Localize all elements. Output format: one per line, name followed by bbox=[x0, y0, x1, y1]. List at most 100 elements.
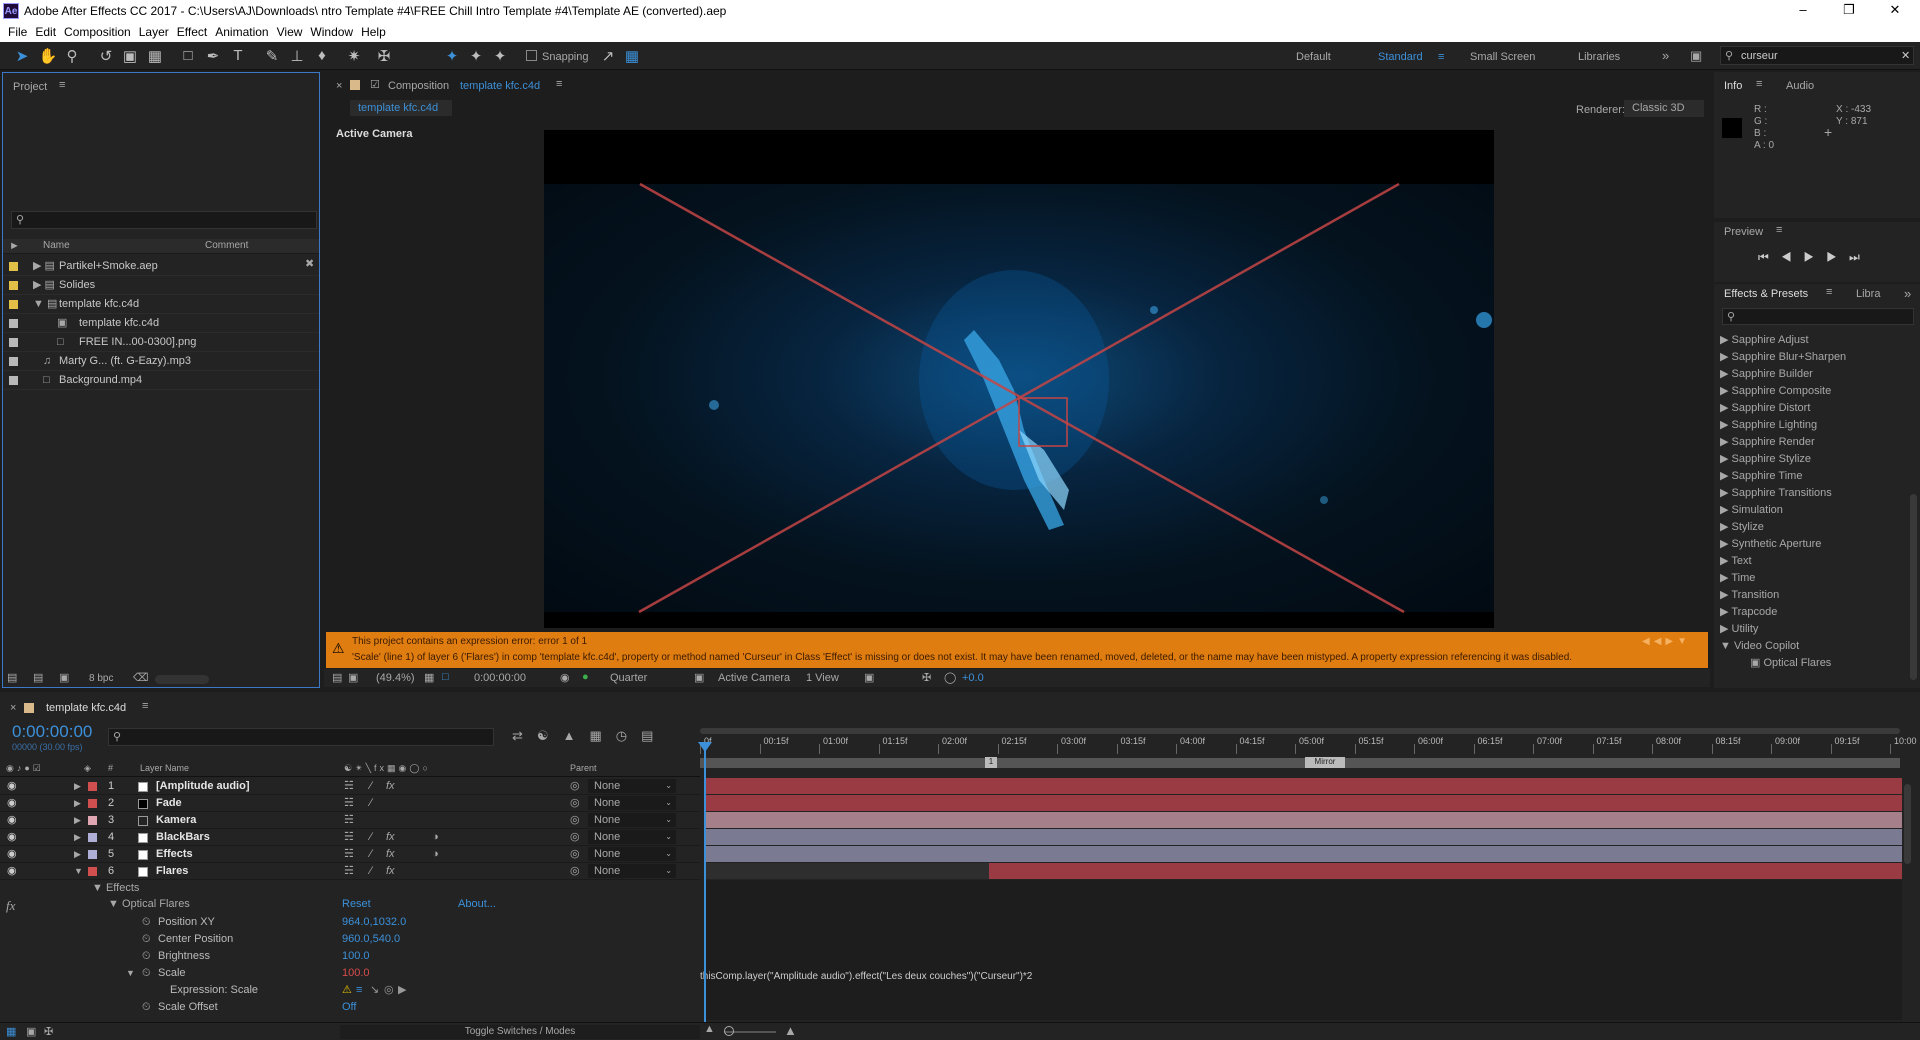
layer-duration-bar[interactable] bbox=[706, 846, 1902, 862]
zoom-tool-icon[interactable]: ⚲ bbox=[62, 47, 82, 65]
views-dropdown[interactable]: 1 View bbox=[806, 672, 839, 684]
effect-category[interactable]: ▶ Sapphire Adjust bbox=[1720, 332, 1910, 349]
collapsed-arrow-icon[interactable]: ▶ bbox=[1720, 385, 1732, 397]
effect-property-row[interactable]: Expression: Scale ⚠ ≡ ↘ ◎ ▶ bbox=[0, 982, 700, 999]
effect-category[interactable]: ▶ Sapphire Builder bbox=[1720, 366, 1910, 383]
info-tab[interactable]: Info bbox=[1724, 80, 1742, 92]
preview-menu-icon[interactable]: ≡ bbox=[1776, 224, 1782, 236]
region-of-interest-icon[interactable]: ▣ bbox=[694, 671, 704, 684]
parent-dropdown[interactable]: None ⌄ bbox=[588, 830, 676, 844]
expand-arrow-icon[interactable]: ▼ bbox=[108, 898, 119, 910]
expand-arrow-icon[interactable]: ▶ bbox=[74, 829, 81, 846]
collapsed-arrow-icon[interactable]: ▶ bbox=[1720, 436, 1732, 448]
project-item[interactable]: ▼ ▤ template kfc.c4d bbox=[3, 295, 319, 314]
parent-dropdown[interactable]: None ⌄ bbox=[588, 796, 676, 810]
adjustment-layer-icon[interactable]: ◑ bbox=[432, 829, 439, 846]
menu-view[interactable]: View bbox=[277, 22, 311, 42]
visibility-eye-icon[interactable]: ◉ bbox=[7, 812, 17, 829]
local-axis-icon[interactable]: ✦ bbox=[442, 47, 462, 65]
property-value[interactable]: Off bbox=[342, 999, 356, 1016]
prev-frame-icon[interactable]: ◀ bbox=[1781, 250, 1804, 264]
parent-dropdown[interactable]: None ⌄ bbox=[588, 847, 676, 861]
visibility-eye-icon[interactable]: ◉ bbox=[7, 863, 17, 880]
property-value[interactable]: 964.0,1032.0 bbox=[342, 914, 406, 931]
in-out-icon[interactable]: ✠ bbox=[44, 1025, 53, 1038]
last-frame-icon[interactable]: ⏭ bbox=[1849, 250, 1872, 264]
parent-header[interactable]: Parent bbox=[570, 763, 597, 773]
safe-zones-icon[interactable]: ▦ bbox=[424, 671, 434, 684]
timeline-tab[interactable]: template kfc.c4d bbox=[46, 702, 126, 714]
comp-mini-flowchart-icon[interactable]: ⇄ bbox=[512, 728, 537, 743]
layer-duration-bar[interactable] bbox=[706, 778, 1902, 794]
timeline-menu-icon[interactable]: ≡ bbox=[142, 700, 148, 712]
layer-label-swatch[interactable] bbox=[88, 850, 97, 859]
comp-viewer[interactable] bbox=[544, 130, 1494, 628]
effect-category[interactable]: ▶ Sapphire Render bbox=[1720, 434, 1910, 451]
camera-dropdown[interactable]: Active Camera bbox=[718, 672, 790, 684]
effects-group[interactable]: ▼ Effects bbox=[92, 882, 139, 894]
pan-behind-tool-icon[interactable]: ▦ bbox=[145, 47, 165, 65]
effects-presets-tab[interactable]: Effects & Presets bbox=[1724, 288, 1808, 300]
help-search-box[interactable]: ⚲ curseur ✕ bbox=[1720, 46, 1914, 65]
motion-blur-icon[interactable]: ◷ bbox=[616, 728, 641, 743]
expand-arrow-icon[interactable]: ▶ bbox=[74, 812, 81, 829]
error-nav-icons[interactable]: ◀◀▶▼ bbox=[1642, 636, 1702, 647]
stopwatch-icon[interactable]: ⏲ bbox=[142, 948, 151, 965]
collapsed-arrow-icon[interactable]: ▶ bbox=[1720, 419, 1732, 431]
toggle-switches-modes-button[interactable]: Toggle Switches / Modes bbox=[340, 1025, 700, 1039]
playhead[interactable] bbox=[704, 746, 706, 1030]
parent-dropdown[interactable]: None ⌄ bbox=[588, 813, 676, 827]
menu-help[interactable]: Help bbox=[361, 22, 394, 42]
about-link[interactable]: About... bbox=[458, 898, 496, 910]
reset-link[interactable]: Reset bbox=[342, 898, 371, 910]
effects-menu-icon[interactable]: ≡ bbox=[1826, 286, 1832, 298]
effect-category[interactable]: ▶ Utility bbox=[1720, 621, 1910, 638]
collapsed-arrow-icon[interactable]: ▶ bbox=[1720, 453, 1732, 465]
pickwhip-icon[interactable]: ◎ bbox=[570, 846, 580, 863]
pickwhip-icon[interactable]: ◎ bbox=[570, 829, 580, 846]
thumbnail-scroll[interactable] bbox=[155, 675, 209, 684]
expression-enable-icon[interactable]: ≡ bbox=[356, 982, 362, 999]
type-tool-icon[interactable]: T bbox=[228, 47, 248, 64]
layer-name[interactable]: Kamera bbox=[156, 812, 196, 829]
quality-switch-icon[interactable]: ∕ bbox=[370, 778, 372, 795]
eraser-tool-icon[interactable]: ♦ bbox=[312, 47, 332, 64]
expanded-arrow-icon[interactable]: ▼ bbox=[1720, 640, 1734, 652]
info-menu-icon[interactable]: ≡ bbox=[1756, 78, 1762, 90]
project-item[interactable]: ▶ ▤ Solides bbox=[3, 276, 319, 295]
comment-column-header[interactable]: Comment bbox=[205, 240, 248, 251]
transfer-controls-icon[interactable]: ▣ bbox=[26, 1025, 36, 1038]
layer-row[interactable]: ◉ ▶ 4 BlackBars ☵ ∕ fx ◑ ◎ None ⌄ bbox=[0, 829, 700, 846]
effect-category[interactable]: ▶ Sapphire Transitions bbox=[1720, 485, 1910, 502]
effect-category[interactable]: ▶ Simulation bbox=[1720, 502, 1910, 519]
quality-switch-icon[interactable]: ∕ bbox=[370, 795, 372, 812]
stopwatch-icon[interactable]: ⏲ bbox=[142, 999, 151, 1016]
new-comp-icon[interactable]: ▣ bbox=[59, 671, 69, 684]
minimize-button[interactable]: – bbox=[1788, 2, 1818, 17]
collapsed-arrow-icon[interactable]: ▶ bbox=[1720, 334, 1732, 346]
collapsed-arrow-icon[interactable]: ▶ bbox=[1720, 538, 1732, 550]
collapsed-arrow-icon[interactable]: ▶ bbox=[1720, 555, 1731, 567]
collapsed-arrow-icon[interactable]: ▶ bbox=[1720, 623, 1732, 635]
more-workspaces-icon[interactable]: » bbox=[1662, 48, 1669, 63]
project-item[interactable]: ▣ template kfc.c4d bbox=[3, 314, 319, 333]
label-swatch[interactable] bbox=[9, 319, 18, 328]
layer-duration-bar[interactable] bbox=[989, 863, 1902, 879]
expand-arrow-icon[interactable]: ▼ bbox=[126, 965, 135, 982]
visibility-eye-icon[interactable]: ◉ bbox=[7, 778, 17, 795]
pickwhip-icon[interactable]: ◎ bbox=[570, 795, 580, 812]
optical-flares-preset[interactable]: ▣ Optical Flares bbox=[1720, 655, 1910, 672]
menu-edit[interactable]: Edit bbox=[35, 22, 64, 42]
expand-arrow-icon[interactable]: ▼ bbox=[92, 882, 103, 894]
fx-icon[interactable]: fx bbox=[6, 898, 15, 914]
expression-language-icon[interactable]: ▶ bbox=[398, 982, 406, 999]
snap-icon[interactable]: ↗ bbox=[598, 47, 618, 65]
zoom-in-icon[interactable]: ▲ bbox=[784, 1023, 797, 1038]
quality-switch-icon[interactable]: ∕ bbox=[370, 829, 372, 846]
graph-editor-icon[interactable]: ▤ bbox=[641, 728, 667, 743]
stopwatch-icon[interactable]: ⏲ bbox=[142, 914, 151, 931]
label-swatch[interactable] bbox=[9, 376, 18, 385]
effect-category[interactable]: ▶ Sapphire Time bbox=[1720, 468, 1910, 485]
comp-marker-1[interactable]: 1 bbox=[985, 757, 997, 768]
effect-property-row[interactable]: ▼ ⏲ Scale 100.0 bbox=[0, 965, 700, 982]
